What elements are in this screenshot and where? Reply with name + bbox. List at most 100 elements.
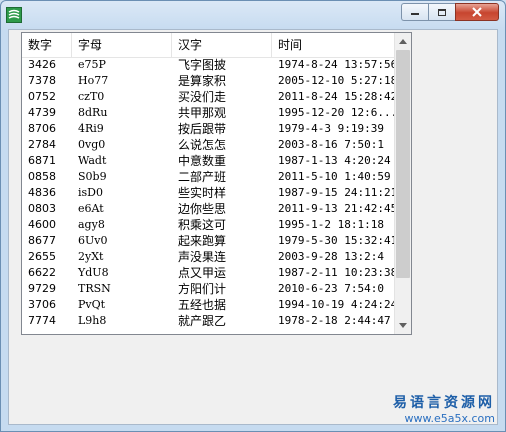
scroll-up-button[interactable] bbox=[395, 33, 411, 50]
table-row[interactable]: 6871 Wadt 中意数重 1987-1-13 4:20:24 bbox=[22, 153, 395, 169]
cell-chinese: 买没们走 bbox=[178, 90, 227, 104]
vertical-scrollbar[interactable] bbox=[394, 33, 411, 334]
table-row[interactable]: 2784 0vg0 么说怎怎 2003-8-16 7:50:1 bbox=[22, 137, 395, 153]
scroll-down-icon bbox=[399, 323, 407, 328]
cell-letters: e6At bbox=[78, 202, 104, 215]
watermark-url: www.e5a5x.com bbox=[404, 412, 495, 425]
cell-letters: Wadt bbox=[78, 154, 107, 167]
cell-chinese: 么说怎怎 bbox=[178, 138, 227, 152]
cell-chinese: 点又甲运 bbox=[178, 266, 227, 280]
cell-letters: 8dRu bbox=[78, 106, 108, 119]
cell-number: 0803 bbox=[28, 202, 56, 215]
cell-time: 1995-1-2 18:1:18 bbox=[278, 218, 384, 231]
cell-letters: S0b9 bbox=[78, 170, 107, 183]
table-row[interactable]: 9729 TRSN 方阳们计 2010-6-23 7:54:0 bbox=[22, 281, 395, 297]
caption-buttons bbox=[401, 3, 499, 23]
cell-letters: L9h8 bbox=[78, 314, 107, 327]
cell-chinese: 飞字图披 bbox=[178, 58, 227, 72]
cell-number: 7774 bbox=[28, 314, 56, 327]
cell-chinese: 方阳们计 bbox=[178, 282, 227, 296]
cell-letters: Ho77 bbox=[78, 74, 109, 87]
cell-number: 3426 bbox=[28, 58, 56, 71]
cell-time: 1994-10-19 4:24:24 bbox=[278, 298, 395, 311]
column-header-number[interactable]: 数字 bbox=[22, 33, 72, 57]
table-row[interactable]: 3706 PvQt 五经也据 1994-10-19 4:24:24 bbox=[22, 297, 395, 313]
table-row[interactable]: 4836 isD0 些实时样 1987-9-15 24:11:21 bbox=[22, 185, 395, 201]
scroll-down-button[interactable] bbox=[395, 317, 411, 334]
minimize-icon bbox=[411, 13, 419, 15]
close-icon bbox=[472, 7, 482, 17]
cell-number: 4739 bbox=[28, 106, 56, 119]
cell-time: 2011-9-13 21:42:45 bbox=[278, 202, 395, 215]
cell-time: 1974-8-24 13:57:56 bbox=[278, 58, 395, 71]
table-row[interactable]: 4600 agy8 积乘这可 1995-1-2 18:1:18 bbox=[22, 217, 395, 233]
table-row[interactable]: 2655 2yXt 声没果连 2003-9-28 13:2:4 bbox=[22, 249, 395, 265]
cell-number: 2784 bbox=[28, 138, 56, 151]
cell-chinese: 二部产班 bbox=[178, 170, 227, 184]
site-watermark: 易语言资源网 www.e5a5x.com bbox=[393, 392, 495, 425]
title-bar[interactable] bbox=[1, 1, 505, 29]
table-row[interactable]: 0858 S0b9 二部产班 2011-5-10 1:40:59 bbox=[22, 169, 395, 185]
cell-time: 1979-5-30 15:32:41 bbox=[278, 234, 395, 247]
cell-time: 1987-9-15 24:11:21 bbox=[278, 186, 395, 199]
cell-letters: isD0 bbox=[78, 186, 103, 199]
cell-letters: YdU8 bbox=[78, 266, 109, 279]
table-row[interactable]: 4739 8dRu 共甲那观 1995-12-20 12:6... bbox=[22, 105, 395, 121]
table-row[interactable]: 0803 e6At 边你些思 2011-9-13 21:42:45 bbox=[22, 201, 395, 217]
cell-time: 1995-12-20 12:6... bbox=[278, 106, 395, 119]
watermark-title: 易语言资源网 bbox=[393, 395, 495, 411]
scrollbar-thumb[interactable] bbox=[396, 50, 410, 278]
cell-letters: 6Uv0 bbox=[78, 234, 108, 247]
cell-letters: e75P bbox=[78, 58, 106, 71]
maximize-button[interactable] bbox=[428, 3, 455, 21]
cell-number: 0858 bbox=[28, 170, 56, 183]
maximize-icon bbox=[438, 8, 446, 16]
table-row[interactable]: 7378 Ho77 是算家积 2005-12-10 5:27:18 bbox=[22, 73, 395, 89]
cell-number: 9729 bbox=[28, 282, 56, 295]
cell-letters: PvQt bbox=[78, 298, 106, 311]
cell-number: 0752 bbox=[28, 90, 56, 103]
table-row[interactable]: 0752 czT0 买没们走 2011-8-24 15:28:42 bbox=[22, 89, 395, 105]
cell-chinese: 共甲那观 bbox=[178, 106, 227, 120]
cell-time: 2011-8-24 15:28:42 bbox=[278, 90, 395, 103]
cell-number: 4600 bbox=[28, 218, 56, 231]
cell-chinese: 些实时样 bbox=[178, 186, 227, 200]
cell-chinese: 是算家积 bbox=[178, 74, 227, 88]
cell-time: 1978-2-18 2:44:47 bbox=[278, 314, 391, 327]
cell-time: 1987-1-13 4:20:24 bbox=[278, 154, 391, 167]
cell-chinese: 按后跟带 bbox=[178, 122, 227, 136]
close-button[interactable] bbox=[455, 3, 499, 21]
table-row[interactable]: 7774 L9h8 就产跟乙 1978-2-18 2:44:47 bbox=[22, 313, 395, 329]
cell-number: 6871 bbox=[28, 154, 56, 167]
cell-letters: 0vg0 bbox=[78, 138, 106, 151]
cell-time: 1987-2-11 10:23:38 bbox=[278, 266, 395, 279]
cell-chinese: 边你些思 bbox=[178, 202, 227, 216]
cell-chinese: 中意数重 bbox=[178, 154, 227, 168]
column-header-chinese[interactable]: 汉字 bbox=[172, 33, 272, 57]
column-header-letters[interactable]: 字母 bbox=[72, 33, 172, 57]
cell-letters: TRSN bbox=[78, 282, 111, 295]
cell-letters: 2yXt bbox=[78, 250, 104, 263]
column-header-time[interactable]: 时间 bbox=[272, 33, 395, 57]
table-row[interactable]: 8706 4Ri9 按后跟带 1979-4-3 9:19:39 bbox=[22, 121, 395, 137]
cell-time: 2005-12-10 5:27:18 bbox=[278, 74, 395, 87]
cell-chinese: 积乘这可 bbox=[178, 218, 227, 232]
cell-number: 4836 bbox=[28, 186, 56, 199]
cell-number: 3706 bbox=[28, 298, 56, 311]
cell-chinese: 就产跟乙 bbox=[178, 314, 227, 328]
cell-number: 2655 bbox=[28, 250, 56, 263]
table-row[interactable]: 3426 e75P 飞字图披 1974-8-24 13:57:56 bbox=[22, 57, 395, 73]
cell-letters: agy8 bbox=[78, 218, 105, 231]
cell-letters: czT0 bbox=[78, 90, 105, 103]
cell-chinese: 五经也据 bbox=[178, 298, 227, 312]
table-row[interactable]: 6622 YdU8 点又甲运 1987-2-11 10:23:38 bbox=[22, 265, 395, 281]
cell-number: 8706 bbox=[28, 122, 56, 135]
minimize-button[interactable] bbox=[401, 3, 428, 21]
cell-time: 2003-9-28 13:2:4 bbox=[278, 250, 384, 263]
data-listview[interactable]: 数字 字母 汉字 时间 3426 e75P 飞字图披 1974-8-24 13:57:… bbox=[21, 32, 412, 335]
main-window: 数字 字母 汉字 时间 3426 e75P 飞字图披 1974-8-24 13:57:… bbox=[0, 0, 506, 432]
table-row[interactable]: 8677 6Uv0 起来跑算 1979-5-30 15:32:41 bbox=[22, 233, 395, 249]
cell-time: 2003-8-16 7:50:1 bbox=[278, 138, 384, 151]
cell-number: 6622 bbox=[28, 266, 56, 279]
cell-time: 2011-5-10 1:40:59 bbox=[278, 170, 391, 183]
